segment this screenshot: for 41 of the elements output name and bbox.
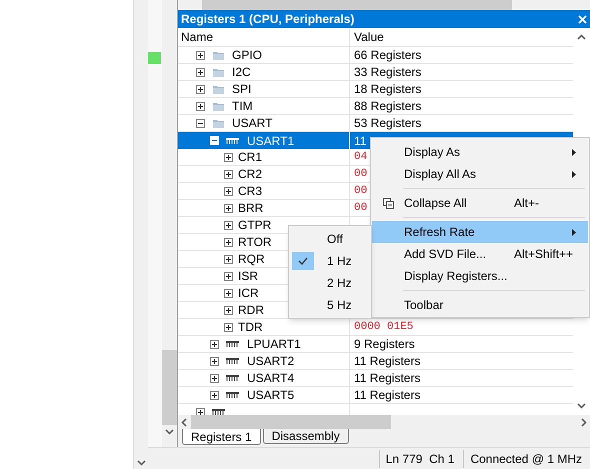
tree-item-name: SPI: [232, 81, 252, 98]
tree-item-name: TIM: [232, 98, 253, 115]
value-cell-text: 11: [354, 132, 366, 150]
value-cell-text: 53 Registers: [354, 115, 422, 132]
tree-item-name: RQR: [238, 251, 265, 268]
value-cell-text: 04: [354, 150, 368, 165]
panel-title: Registers 1 (CPU, Peripherals): [181, 11, 354, 28]
tree-item-name: CR2: [238, 166, 262, 183]
value-cell-text: 33 Registers: [354, 64, 422, 81]
value-cell-text: 11 Registers: [354, 387, 420, 404]
value-cell-text: 00: [354, 200, 368, 216]
tree-item-name: USART5: [247, 387, 294, 404]
tree-item-name: RTOR: [238, 234, 272, 251]
tree-item-name: USART1: [247, 132, 294, 150]
value-cell-text: 18 Registers: [354, 81, 422, 98]
tree-item-name: RDR: [238, 302, 264, 319]
tree-item-name: TDR: [238, 319, 263, 336]
status-text: Connected @ 1 MHz: [463, 450, 588, 468]
status-text: Ln 779 Ch 1: [378, 450, 460, 468]
tree-item-name: USART: [232, 115, 272, 132]
tree-item-name: GTPR: [238, 217, 272, 234]
tree-item-name: BRR: [238, 200, 264, 217]
tree-item-name: LPUART1: [247, 336, 301, 353]
shortcut-text: Alt+Shift++: [514, 246, 574, 263]
tree-item-name: CR3: [238, 183, 262, 200]
value-cell-text: 00: [354, 184, 368, 199]
tree-item-name: USART4: [247, 370, 294, 387]
value-cell-text: 9 Registers: [354, 336, 415, 353]
shortcut-text: Alt+-: [514, 195, 540, 212]
tree-item-name: I2C: [232, 64, 251, 81]
value-cell-text: 0000 01E5: [354, 320, 414, 335]
value-cell-text: 11 Registers: [354, 353, 420, 370]
value-cell: 66 Registers: [354, 47, 422, 64]
tree-item-name: CR1: [238, 149, 262, 166]
tree-item-name: USART2: [247, 353, 294, 370]
tree-item-name: GPIO: [232, 47, 262, 64]
tree-item-name: ISR: [238, 268, 258, 285]
value-cell-text: 11 Registers: [354, 370, 420, 387]
value-cell-text: 88 Registers: [354, 98, 422, 115]
tree-item-name: ICR: [238, 285, 259, 302]
value-cell-text: 00: [354, 166, 368, 182]
